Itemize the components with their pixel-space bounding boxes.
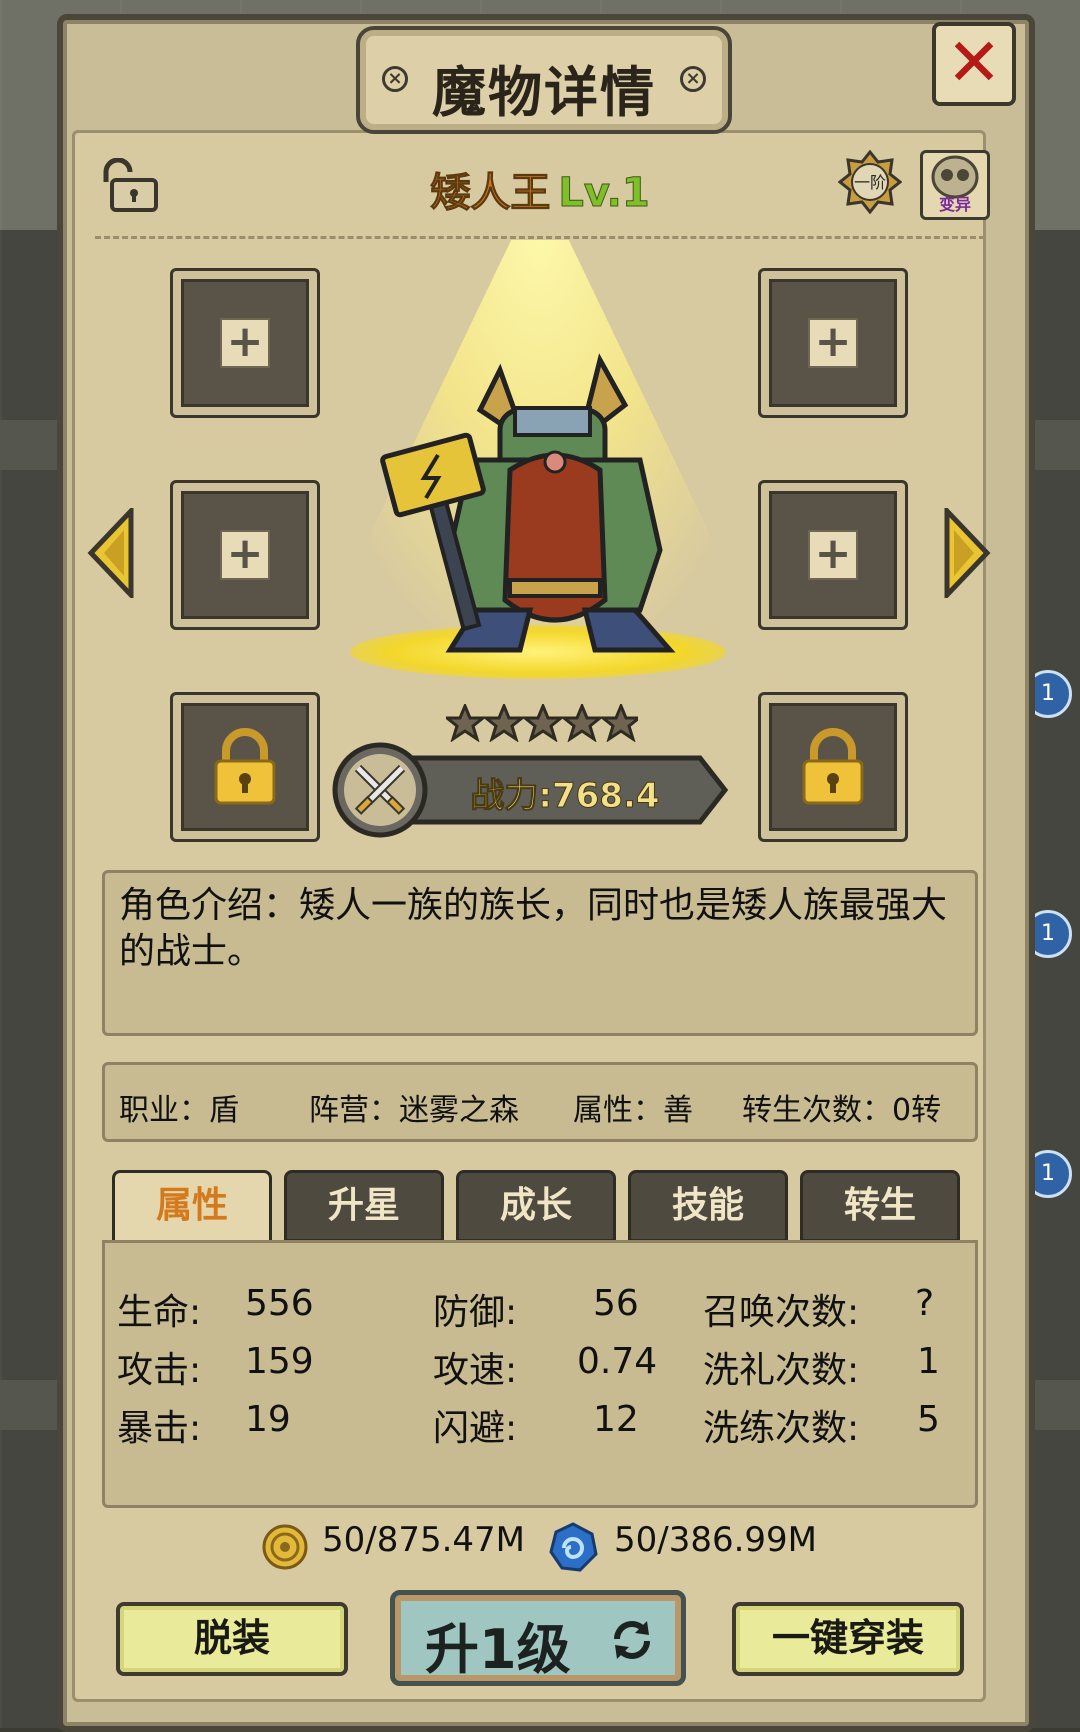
unequip-button[interactable]: 脱装: [116, 1602, 348, 1676]
star-rating: [446, 704, 638, 742]
camp-info: 阵营：迷雾之森: [309, 1093, 519, 1128]
screw-icon: ×: [680, 66, 706, 92]
stat-value: 556: [245, 1283, 314, 1324]
stat-value: 12: [593, 1399, 639, 1440]
stats-panel: 生命: 556 攻击: 159 暴击: 19 防御: 56 攻速: 0.74 闪…: [102, 1240, 978, 1508]
job-info: 职业：盾: [119, 1093, 239, 1128]
dwarf-king-portrait: [380, 353, 676, 653]
stat-value: 1: [917, 1341, 940, 1382]
close-button[interactable]: ✕: [932, 22, 1016, 106]
tab-growth[interactable]: 成长: [456, 1170, 616, 1242]
star-icon: [559, 704, 605, 742]
blue-crystal-icon: [549, 1522, 598, 1572]
stat-label: 攻速:: [433, 1350, 518, 1391]
stat-label: 闪避:: [433, 1408, 518, 1449]
stat-value: 19: [245, 1399, 291, 1440]
title-plate: × 魔物详情 ×: [356, 26, 732, 134]
monster-name: 矮人王 Lv.1: [380, 160, 700, 218]
add-icon: +: [808, 318, 858, 368]
info-row: 职业：盾 阵营：迷雾之森 属性：善 转生次数：0转: [102, 1062, 978, 1142]
star-icon: [520, 704, 566, 742]
character-description: 角色介绍：矮人一族的族长，同时也是矮人族最强大的战士。: [102, 870, 978, 1036]
monster-name-text: 矮人王: [430, 170, 551, 217]
equip-slot[interactable]: +: [170, 480, 320, 630]
equip-slot[interactable]: +: [758, 268, 908, 418]
upgrade-label: 升1级: [425, 1618, 571, 1681]
crystal-amount: 50/386.99M: [614, 1520, 818, 1560]
tab-attributes[interactable]: 属性: [112, 1170, 272, 1248]
locked-slot[interactable]: [170, 692, 320, 842]
stat-label: 暴击:: [117, 1408, 202, 1449]
unlocked-padlock-icon[interactable]: [98, 158, 160, 212]
equip-slot[interactable]: +: [170, 268, 320, 418]
star-icon: [481, 704, 527, 742]
attribute-info: 属性：善: [573, 1093, 693, 1128]
add-icon: +: [220, 318, 270, 368]
tab-bar: 属性 升星 成长 技能 转生: [112, 1170, 972, 1248]
stat-label: 防御:: [433, 1292, 518, 1333]
gold-amount: 50/875.47M: [322, 1520, 526, 1560]
padlock-icon: [214, 728, 276, 805]
stat-label: 召唤次数:: [703, 1292, 860, 1333]
star-icon: [446, 704, 488, 742]
previous-monster-arrow-icon[interactable]: [86, 508, 136, 598]
stat-label: 洗练次数:: [703, 1408, 860, 1449]
stat-value: 159: [245, 1341, 314, 1382]
mutate-button[interactable]: 变异: [920, 150, 990, 220]
add-icon: +: [220, 530, 270, 580]
padlock-icon: [802, 728, 864, 805]
divider: [95, 236, 985, 239]
tab-star-up[interactable]: 升星: [284, 1170, 444, 1242]
refresh-icon: [614, 1621, 650, 1659]
stat-value: ?: [915, 1283, 935, 1324]
rebirth-info: 转生次数：0转: [742, 1093, 942, 1128]
tab-rebirth[interactable]: 转生: [800, 1170, 960, 1242]
stat-label: 生命:: [117, 1292, 202, 1333]
equip-slot[interactable]: +: [758, 480, 908, 630]
stat-label: 洗礼次数:: [703, 1350, 860, 1391]
tier-label: 一阶: [854, 173, 886, 192]
tier-badge-icon: 一阶: [838, 150, 902, 214]
tab-skills[interactable]: 技能: [628, 1170, 788, 1242]
power-value: 战力:768.4: [470, 776, 660, 817]
star-icon: [598, 704, 638, 742]
stat-value: 0.74: [577, 1341, 658, 1382]
next-monster-arrow-icon[interactable]: [942, 508, 992, 598]
stat-value: 56: [593, 1283, 639, 1324]
stat-value: 5: [917, 1399, 940, 1440]
monster-level: Lv.1: [558, 170, 650, 217]
equip-all-button[interactable]: 一键穿装: [732, 1602, 964, 1676]
add-icon: +: [808, 530, 858, 580]
locked-slot[interactable]: [758, 692, 908, 842]
mutate-label: 变异: [938, 195, 971, 214]
upgrade-button[interactable]: 升1级: [390, 1590, 686, 1686]
gold-coin-icon: [262, 1524, 308, 1570]
dialog-title: 魔物详情: [432, 61, 656, 124]
stat-label: 攻击:: [117, 1350, 202, 1391]
